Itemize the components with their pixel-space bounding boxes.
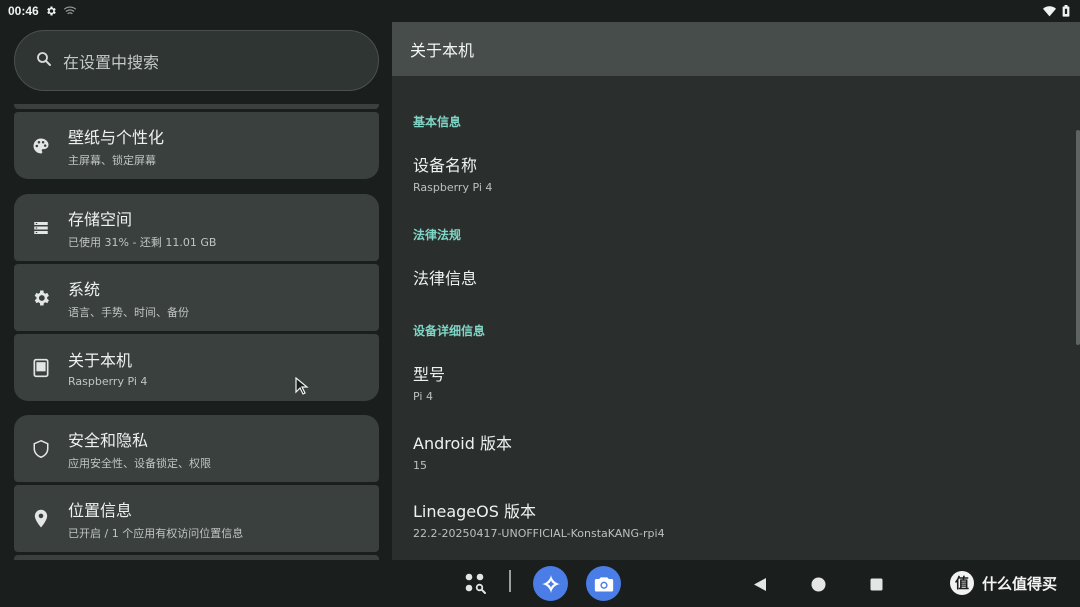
settings-item-subtitle: 应用安全性、设备锁定、权限 — [68, 456, 211, 470]
tablet-icon — [14, 358, 68, 378]
wifi-icon — [1043, 5, 1056, 17]
camera-icon[interactable] — [586, 566, 621, 601]
settings-item-title: 安全和隐私 — [68, 430, 149, 450]
settings-item-subtitle: Raspberry Pi 4 — [68, 375, 148, 388]
home-icon[interactable] — [806, 572, 830, 596]
pref-model[interactable]: 型号 Pi 4 — [413, 361, 1053, 403]
back-icon[interactable] — [748, 572, 772, 596]
pref-summary: 15 — [413, 459, 427, 472]
status-time: 00:46 — [8, 4, 39, 18]
search-placeholder: 在设置中搜索 — [63, 52, 160, 72]
taskbar-divider — [509, 570, 511, 592]
battery-icon — [1062, 5, 1070, 17]
watermark-text: 什么值得买 — [982, 574, 1058, 593]
search-icon — [35, 50, 53, 72]
pref-summary: Pi 4 — [413, 390, 433, 403]
pref-device-name[interactable]: 设备名称 Raspberry Pi 4 — [413, 152, 1053, 194]
pref-summary: 22.2-20250417-UNOFFICIAL-KonstaKANG-rpi4 — [413, 527, 665, 540]
watermark-logo: 值 — [950, 571, 974, 595]
palette-icon — [14, 136, 68, 156]
assistant-icon[interactable] — [533, 566, 568, 601]
signal-icon — [63, 5, 77, 17]
pref-title: 型号 — [413, 365, 446, 384]
pref-summary: Raspberry Pi 4 — [413, 181, 493, 194]
list-divider — [14, 104, 379, 109]
settings-item-title: 存储空间 — [68, 209, 133, 229]
gear-icon — [14, 288, 68, 308]
scrollbar[interactable] — [1076, 130, 1080, 345]
detail-pane: 关于本机 基本信息 设备名称 Raspberry Pi 4 法律法规 法律信息 … — [392, 0, 1080, 560]
watermark: 值 什么值得买 — [950, 571, 1057, 595]
status-bar-left: 00:46 — [8, 4, 77, 18]
pref-lineageos-version[interactable]: LineageOS 版本 22.2-20250417-UNOFFICIAL-Ko… — [413, 498, 1053, 540]
settings-item-security[interactable]: 安全和隐私 应用安全性、设备锁定、权限 — [14, 415, 379, 482]
mouse-pointer-icon — [295, 376, 309, 399]
settings-item-subtitle: 已开启 / 1 个应用有权访问位置信息 — [68, 526, 244, 540]
settings-item-wallpaper[interactable]: 壁纸与个性化 主屏幕、锁定屏幕 — [14, 112, 379, 179]
settings-item-title: 位置信息 — [68, 500, 133, 520]
settings-item-subtitle: 已使用 31% - 还剩 11.01 GB — [68, 235, 217, 249]
settings-item-storage[interactable]: 存储空间 已使用 31% - 还剩 11.01 GB — [14, 194, 379, 261]
settings-item-subtitle: 语言、手势、时间、备份 — [68, 305, 189, 319]
status-bar-right — [1043, 5, 1070, 17]
settings-item-title: 关于本机 — [68, 351, 133, 370]
settings-list-pane: 在设置中搜索 壁纸与个性化 主屏幕、锁定屏幕 存储空间 已使用 31% - 还剩… — [0, 22, 392, 560]
app-grid-search-icon[interactable] — [460, 568, 490, 598]
watermark-logo-text: 值 — [955, 576, 969, 592]
status-bar: 00:46 — [0, 0, 1080, 22]
section-header: 设备详细信息 — [413, 324, 486, 338]
settings-item-about[interactable]: 关于本机 Raspberry Pi 4 — [14, 334, 379, 401]
pref-title: LineageOS 版本 — [413, 502, 536, 521]
section-header: 法律法规 — [413, 228, 462, 242]
search-input[interactable]: 在设置中搜索 — [14, 30, 379, 91]
section-header: 基本信息 — [413, 115, 462, 129]
settings-item-subtitle: 主屏幕、锁定屏幕 — [68, 153, 156, 167]
settings-item-location[interactable]: 位置信息 已开启 / 1 个应用有权访问位置信息 — [14, 485, 379, 552]
settings-item-system[interactable]: 系统 语言、手势、时间、备份 — [14, 264, 379, 331]
gear-icon — [45, 5, 57, 17]
recents-icon[interactable] — [864, 572, 888, 596]
storage-icon — [14, 219, 68, 237]
navigation-bar: 值 什么值得买 — [0, 560, 1080, 607]
pref-legal-info[interactable]: 法律信息 — [413, 265, 1053, 289]
pref-title: Android 版本 — [413, 434, 512, 453]
location-pin-icon — [14, 509, 68, 529]
shield-icon — [14, 439, 68, 459]
settings-item-title: 系统 — [68, 279, 101, 299]
pref-title: 设备名称 — [413, 156, 478, 175]
pref-title: 法律信息 — [413, 269, 478, 288]
page-title: 关于本机 — [410, 41, 475, 60]
app-bar: 关于本机 — [392, 22, 1080, 76]
pref-android-version[interactable]: Android 版本 15 — [413, 430, 1053, 472]
settings-item-title: 壁纸与个性化 — [68, 127, 165, 147]
